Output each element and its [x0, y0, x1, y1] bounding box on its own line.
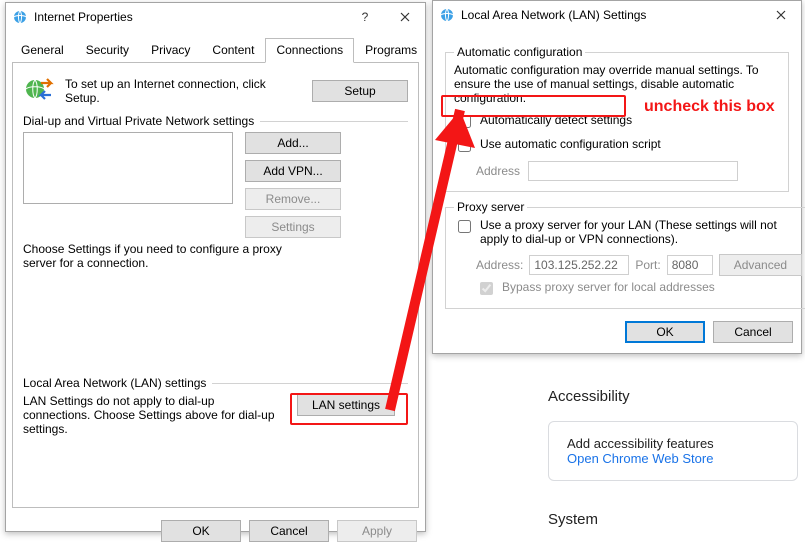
script-address-label: Address: [476, 164, 520, 178]
ip-titlebar[interactable]: Internet Properties ?: [6, 3, 425, 31]
ip-help-button[interactable]: ?: [345, 3, 385, 31]
lan-settings-button[interactable]: LAN settings: [297, 394, 395, 416]
bypass-checkbox: [480, 282, 493, 295]
proxy-port-label: Port:: [635, 258, 660, 272]
internet-options-icon: [12, 9, 28, 25]
lan-close-button[interactable]: [761, 1, 801, 29]
ip-ok-button[interactable]: OK: [161, 520, 241, 542]
proxy-advanced-button: Advanced: [719, 254, 802, 276]
tab-privacy[interactable]: Privacy: [140, 38, 201, 63]
connections-panel: To set up an Internet connection, click …: [12, 62, 419, 508]
setup-button[interactable]: Setup: [312, 80, 408, 102]
remove-button: Remove...: [245, 188, 341, 210]
proxy-legend: Proxy server: [454, 200, 527, 214]
script-address-input: [528, 161, 738, 181]
use-proxy-row[interactable]: Use a proxy server for your LAN (These s…: [454, 218, 802, 246]
ip-close-button[interactable]: [385, 3, 425, 31]
add-button[interactable]: Add...: [245, 132, 341, 154]
lan-cancel-button[interactable]: Cancel: [713, 321, 793, 343]
use-proxy-label: Use a proxy server for your LAN (These s…: [480, 218, 802, 246]
auto-detect-checkbox[interactable]: [458, 115, 471, 128]
auto-config-text: Automatic configuration may override man…: [454, 63, 780, 105]
ip-cancel-button[interactable]: Cancel: [249, 520, 329, 542]
ip-title: Internet Properties: [34, 10, 345, 24]
bg-accessibility-card[interactable]: Add accessibility features Open Chrome W…: [548, 421, 798, 481]
ip-tabs: General Security Privacy Content Connect…: [6, 37, 425, 62]
use-proxy-checkbox[interactable]: [458, 220, 471, 233]
dial-settings-button: Settings: [245, 216, 341, 238]
tab-connections[interactable]: Connections: [265, 38, 354, 63]
bypass-row: Bypass proxy server for local addresses: [476, 280, 802, 298]
proxy-address-label: Address:: [476, 258, 523, 272]
setup-text: To set up an Internet connection, click …: [65, 77, 302, 105]
internet-properties-window: Internet Properties ? General Security P…: [5, 2, 426, 532]
dialup-group-label: Dial-up and Virtual Private Network sett…: [23, 114, 260, 128]
ip-apply-button: Apply: [337, 520, 417, 542]
auto-config-legend: Automatic configuration: [454, 45, 585, 59]
proxy-port-input: [667, 255, 713, 275]
bg-accessibility-heading: Accessibility: [548, 388, 798, 405]
lan-title: Local Area Network (LAN) Settings: [461, 8, 761, 22]
connection-wizard-icon: [23, 73, 55, 108]
auto-script-checkbox[interactable]: [458, 139, 471, 152]
auto-detect-label: Automatically detect settings: [480, 113, 632, 127]
internet-options-icon: [439, 7, 455, 23]
tab-programs[interactable]: Programs: [354, 38, 428, 63]
bg-open-store-link[interactable]: Open Chrome Web Store: [567, 451, 713, 466]
tab-security[interactable]: Security: [75, 38, 140, 63]
bg-system-heading: System: [548, 511, 798, 528]
proxy-group: Proxy server Use a proxy server for your…: [445, 200, 805, 309]
auto-script-row[interactable]: Use automatic configuration script: [454, 137, 780, 155]
choose-settings-text: Choose Settings if you need to configure…: [23, 242, 283, 270]
bg-add-access: Add accessibility features: [567, 436, 779, 451]
add-vpn-button[interactable]: Add VPN...: [245, 160, 341, 182]
dialup-listbox[interactable]: [23, 132, 233, 204]
auto-config-group: Automatic configuration Automatic config…: [445, 45, 789, 192]
lan-settings-window: Local Area Network (LAN) Settings Automa…: [432, 0, 802, 354]
tab-content[interactable]: Content: [201, 38, 265, 63]
lan-titlebar[interactable]: Local Area Network (LAN) Settings: [433, 1, 801, 29]
lan-ok-button[interactable]: OK: [625, 321, 705, 343]
proxy-address-input: [529, 255, 629, 275]
lan-group-label: Local Area Network (LAN) settings: [23, 376, 212, 390]
auto-detect-row[interactable]: Automatically detect settings: [454, 113, 780, 131]
auto-script-label: Use automatic configuration script: [480, 137, 661, 151]
bypass-label: Bypass proxy server for local addresses: [502, 280, 715, 294]
lan-help-text: LAN Settings do not apply to dial-up con…: [23, 394, 283, 436]
tab-general[interactable]: General: [10, 38, 75, 63]
